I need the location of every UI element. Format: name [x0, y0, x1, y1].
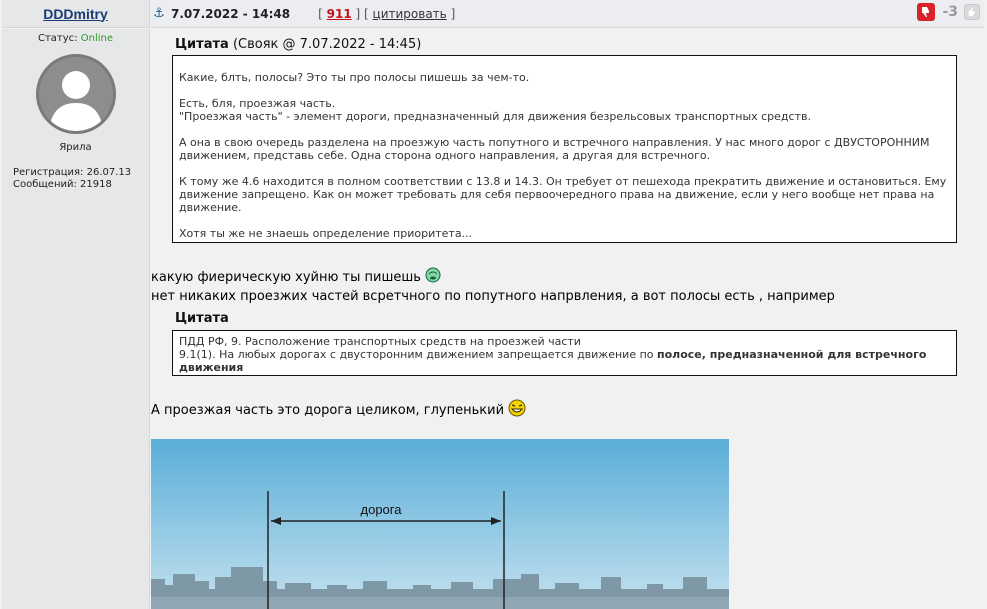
- thumb-down-icon[interactable]: [917, 3, 936, 21]
- laughing-smiley-icon: [508, 399, 526, 421]
- quote-box-2: ПДД РФ, 9. Расположение транспортных сре…: [172, 330, 957, 376]
- quote-header: Цитата (Свояк @ 7.07.2022 - 14:45): [175, 37, 422, 52]
- post-date: 7.07.2022 - 14:48: [171, 6, 291, 21]
- post-number-link[interactable]: 911: [327, 7, 352, 21]
- user-status: Статус: Online: [38, 33, 113, 44]
- rating-widget: -3: [917, 3, 980, 21]
- smiley-icon: [425, 267, 441, 287]
- thumb-up-icon[interactable]: [964, 4, 980, 20]
- reply-text-3: А проезжая часть это дорога целиком, глу…: [151, 399, 526, 421]
- quote-link[interactable]: цитировать: [373, 7, 447, 21]
- anchor-icon[interactable]: ⚓: [151, 6, 167, 21]
- message-count: Сообщений: 21918: [13, 179, 112, 190]
- post-body: Цитата (Свояк @ 7.07.2022 - 14:45) Какие…: [151, 29, 984, 609]
- quote-box: Какие, блть, полосы? Это ты про полосы п…: [172, 55, 957, 243]
- road-label: дорога: [361, 502, 403, 517]
- registration-date: Регистрация: 26.07.13: [13, 167, 132, 178]
- post-header: ⚓ 7.07.2022 - 14:48 [ 911 ] [ цитировать…: [151, 0, 984, 28]
- user-header: DDDmitry: [2, 0, 150, 28]
- avatar[interactable]: [35, 54, 116, 134]
- reply-text-2: нет никаких проезжих частей всретчного п…: [151, 289, 835, 304]
- rating-value: -3: [942, 4, 958, 20]
- post-meta: [ 911 ] [ цитировать ]: [318, 6, 456, 21]
- reply-text-1: какую фиерическую хуйню ты пишешь: [151, 267, 441, 287]
- username-link[interactable]: DDDmitry: [43, 6, 108, 22]
- user-rank: Ярила: [59, 142, 92, 153]
- quote-header-2: Цитата: [175, 311, 229, 326]
- user-info-panel: Статус: Online Ярила Регистрация: 26.07.…: [2, 29, 150, 609]
- road-diagram-image: дорога: [151, 439, 729, 609]
- user-stats: Регистрация: 26.07.13 Сообщений: 21918: [13, 167, 149, 191]
